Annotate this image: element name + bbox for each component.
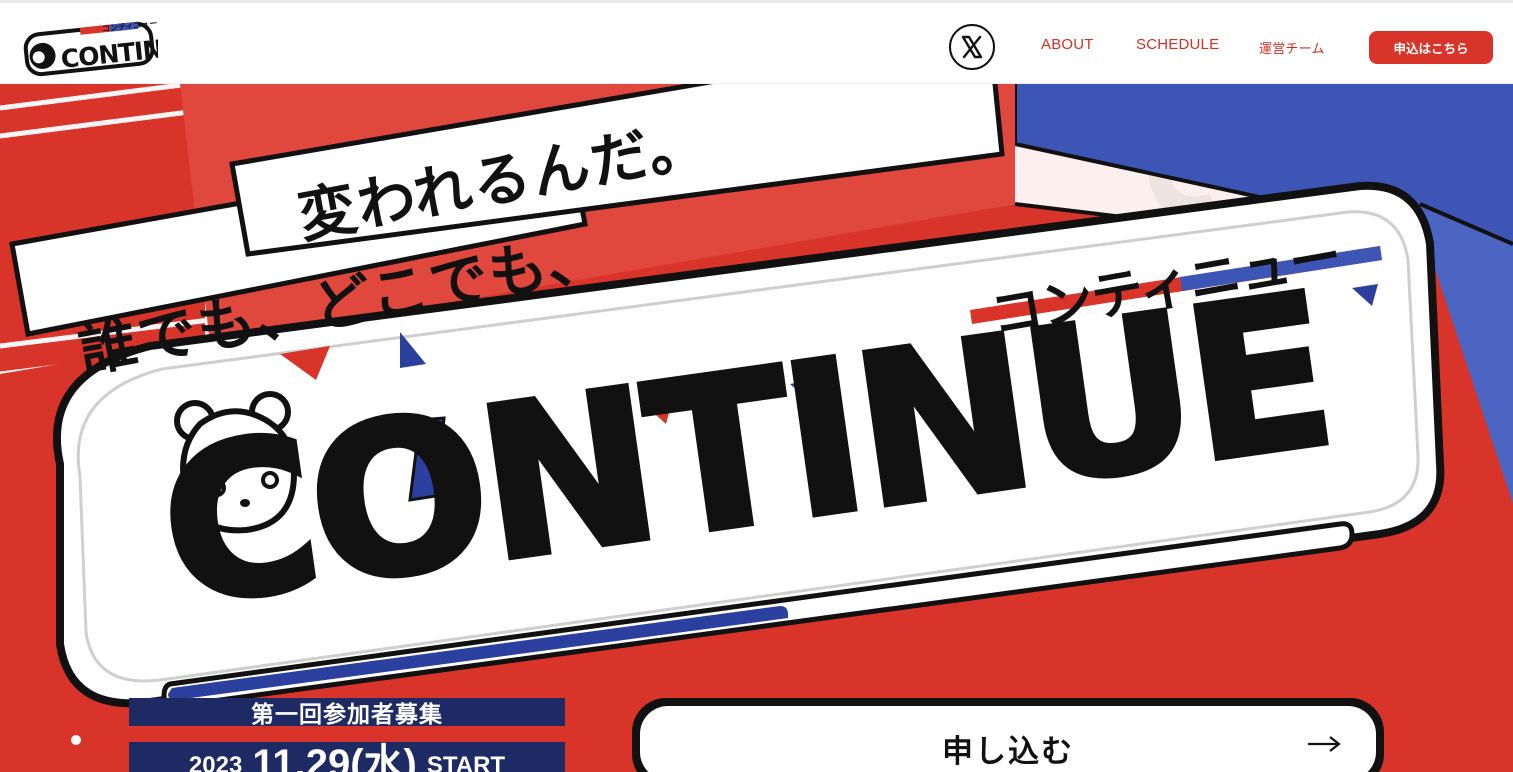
nav-about[interactable]: ABOUT — [1041, 36, 1094, 53]
site-logo[interactable]: CONTINUE コンティニュー — [20, 19, 199, 77]
apply-button-label: 申し込む — [942, 734, 1074, 770]
site-header: CONTINUE コンティニュー ABOUT SCHEDULE 運営チーム 申込… — [0, 0, 1513, 84]
apply-button[interactable]: 申し込む — [632, 698, 1384, 772]
date-year: 2023 — [188, 752, 243, 772]
start-date-banner: 2023 11.29(水) START — [129, 742, 565, 772]
date-start: START — [426, 752, 506, 772]
x-social-button[interactable] — [949, 24, 995, 70]
date-month-day: 11.29(水) — [252, 742, 417, 772]
x-logo-icon — [961, 35, 983, 59]
hero-section: 誰でも、どこでも、 変われるんだ。 コンティニュー CONTINUE 第一回参加… — [0, 84, 1513, 772]
apply-button-face[interactable]: 申し込む — [640, 706, 1376, 772]
recruit-banner: 第一回参加者募集 — [129, 698, 565, 728]
nav-schedule[interactable]: SCHEDULE — [1136, 36, 1219, 53]
arrow-right-icon — [1308, 736, 1341, 752]
apply-cta-button[interactable]: 申込はこちら — [1369, 31, 1493, 64]
nav-team[interactable]: 運営チーム — [1259, 38, 1325, 57]
